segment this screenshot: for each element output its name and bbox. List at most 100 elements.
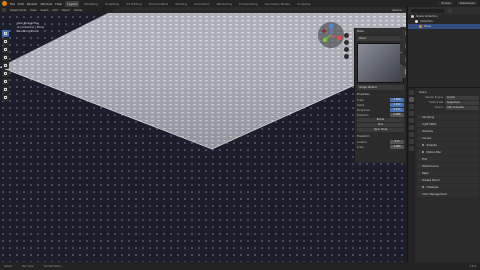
workspace-tab-compositing[interactable]: Compositing — [237, 1, 260, 7]
chevron-right-icon: › — [419, 150, 420, 154]
view-layer-selector[interactable]: ViewLayer — [456, 1, 478, 5]
menu-window[interactable]: Window — [41, 2, 53, 6]
modifier-tab-icon[interactable] — [409, 139, 414, 144]
neg-x-axis-icon[interactable] — [322, 29, 326, 33]
workspace-tab-uv-editing[interactable]: UV Editing — [124, 1, 144, 7]
workspace-tab-geometry-nodes[interactable]: Geometry Nodes — [263, 1, 292, 7]
panel-freestyle[interactable]: › Freestyle — [417, 184, 479, 190]
orientation-selector[interactable]: Global — [74, 9, 82, 12]
pan-hand-icon[interactable] — [344, 40, 349, 45]
scale-tool[interactable] — [2, 62, 9, 69]
workspace-tab-sculpting[interactable]: Sculpting — [103, 1, 121, 7]
options-button[interactable]: Options — [392, 9, 402, 12]
enable-checkbox[interactable] — [421, 150, 425, 154]
workspace-tab-scripting[interactable]: Scripting — [295, 1, 312, 7]
panel-bake[interactable]: › Bake — [417, 170, 479, 176]
panel-curves[interactable]: › Curves — [417, 135, 479, 141]
prop-label: Feature Set — [429, 101, 443, 104]
panel-grease-pencil[interactable]: › Grease Pencil — [417, 177, 479, 183]
rotate-tool[interactable] — [2, 54, 9, 61]
3d-viewport[interactable]: Object Mode View Select Add Object Globa… — [0, 7, 406, 262]
node-type-field[interactable]: Image Texture — [357, 85, 404, 90]
outliner-search-input[interactable] — [411, 8, 445, 13]
cursor-tool[interactable] — [2, 38, 9, 45]
render-tab-icon[interactable] — [409, 97, 414, 102]
add-cube-tool[interactable] — [2, 94, 9, 101]
menu-file[interactable]: File — [10, 2, 15, 6]
camera-icon[interactable] — [344, 47, 349, 52]
menu-select[interactable]: Select — [41, 9, 49, 12]
view-layer-tab-icon[interactable] — [409, 111, 414, 116]
menu-help[interactable]: Help — [55, 2, 62, 6]
panel-label: Grease Pencil — [421, 178, 440, 182]
enable-checkbox[interactable] — [421, 185, 425, 189]
param-value[interactable]: 0.000 — [390, 113, 404, 117]
annotate-tool[interactable] — [2, 78, 9, 85]
menu-edit[interactable]: Edit — [18, 2, 24, 6]
param-value[interactable]: 0 m — [390, 140, 404, 144]
open-node-button[interactable]: Open Node — [357, 128, 404, 132]
zoom-icon[interactable] — [344, 33, 349, 38]
wave-type-dropdown[interactable]: Bands — [357, 118, 404, 122]
scene-selector[interactable]: Scene — [438, 1, 454, 5]
workspace-tab-layout[interactable]: Layout — [65, 0, 80, 7]
panel-motion-blur[interactable]: › Motion Blur — [417, 149, 479, 155]
select-box-tool[interactable] — [2, 30, 9, 37]
device-dropdown[interactable]: GPU Compute — [445, 105, 479, 110]
filter-icon[interactable] — [448, 8, 452, 13]
transform-tool[interactable] — [2, 70, 9, 77]
outliner-item-plane[interactable]: Plane — [408, 24, 480, 29]
panel-performance[interactable]: › Performance — [417, 163, 479, 169]
tab-view[interactable]: View — [400, 53, 406, 65]
param-value[interactable]: 0.500 — [390, 108, 404, 112]
workspace-tab-rendering[interactable]: Rendering — [215, 1, 234, 7]
menu-add[interactable]: Add — [53, 9, 58, 12]
workspace-tab-animation[interactable]: Animation — [192, 1, 211, 7]
workspace-tab-modeling[interactable]: Modeling — [82, 1, 100, 7]
tab-tool[interactable]: Tool — [400, 40, 406, 52]
render-engine-dropdown[interactable]: Cycles — [445, 95, 479, 100]
x-axis-icon[interactable] — [336, 35, 342, 41]
tab-item[interactable]: Item — [400, 27, 406, 39]
workspace-tab-shading[interactable]: Shading — [173, 1, 189, 7]
tab-node[interactable]: Node — [400, 66, 406, 78]
transform-section-title[interactable]: Transform — [357, 134, 404, 139]
param-value[interactable]: 2.000 — [390, 103, 404, 107]
panel-sampling[interactable]: › Sampling — [417, 114, 479, 120]
blender-logo-icon[interactable] — [2, 1, 7, 6]
panel-volumes[interactable]: › Volumes — [417, 128, 479, 134]
menu-object[interactable]: Object — [62, 9, 70, 12]
panel-film[interactable]: › Film — [417, 156, 479, 162]
menu-render[interactable]: Render — [27, 2, 38, 6]
feature-set-dropdown[interactable]: Supported — [445, 100, 479, 105]
wave-profile-dropdown[interactable]: Sine — [357, 123, 404, 127]
chevron-right-icon: › — [419, 157, 420, 161]
mode-selector[interactable]: Object Mode — [10, 9, 26, 12]
panel-color-management[interactable]: › Color Management — [417, 191, 479, 197]
panel-light-paths[interactable]: › Light Paths — [417, 121, 479, 127]
param-value[interactable]: 1.000 — [390, 98, 404, 102]
editor-type-icon[interactable] — [2, 8, 6, 12]
add-cube-icon — [4, 96, 7, 99]
panel-simplify[interactable]: › Simplify — [417, 142, 479, 148]
properties-section-title[interactable]: Properties — [357, 92, 404, 97]
output-tab-icon[interactable] — [409, 104, 414, 109]
material-tab-icon[interactable] — [409, 146, 414, 151]
move-tool[interactable] — [2, 46, 9, 53]
workspace-tab-texture-paint[interactable]: Texture Paint — [147, 1, 170, 7]
status-pan-hint: Pan View — [22, 264, 34, 268]
tool-tab-icon[interactable] — [409, 90, 414, 95]
world-tab-icon[interactable] — [409, 125, 414, 130]
navigation-gizmo[interactable] — [317, 21, 345, 49]
panel-label: Simplify — [426, 143, 437, 147]
enable-checkbox[interactable] — [421, 143, 425, 147]
scene-tab-icon[interactable] — [409, 118, 414, 123]
node-name-field[interactable]: Wave — [357, 36, 404, 41]
menu-view[interactable]: View — [30, 9, 36, 12]
z-axis-icon[interactable] — [328, 23, 334, 29]
object-tab-icon[interactable] — [409, 132, 414, 137]
param-value[interactable]: 1.000 — [390, 145, 404, 149]
y-axis-icon[interactable] — [322, 37, 328, 43]
measure-tool[interactable] — [2, 86, 9, 93]
grid-icon[interactable] — [344, 54, 349, 59]
